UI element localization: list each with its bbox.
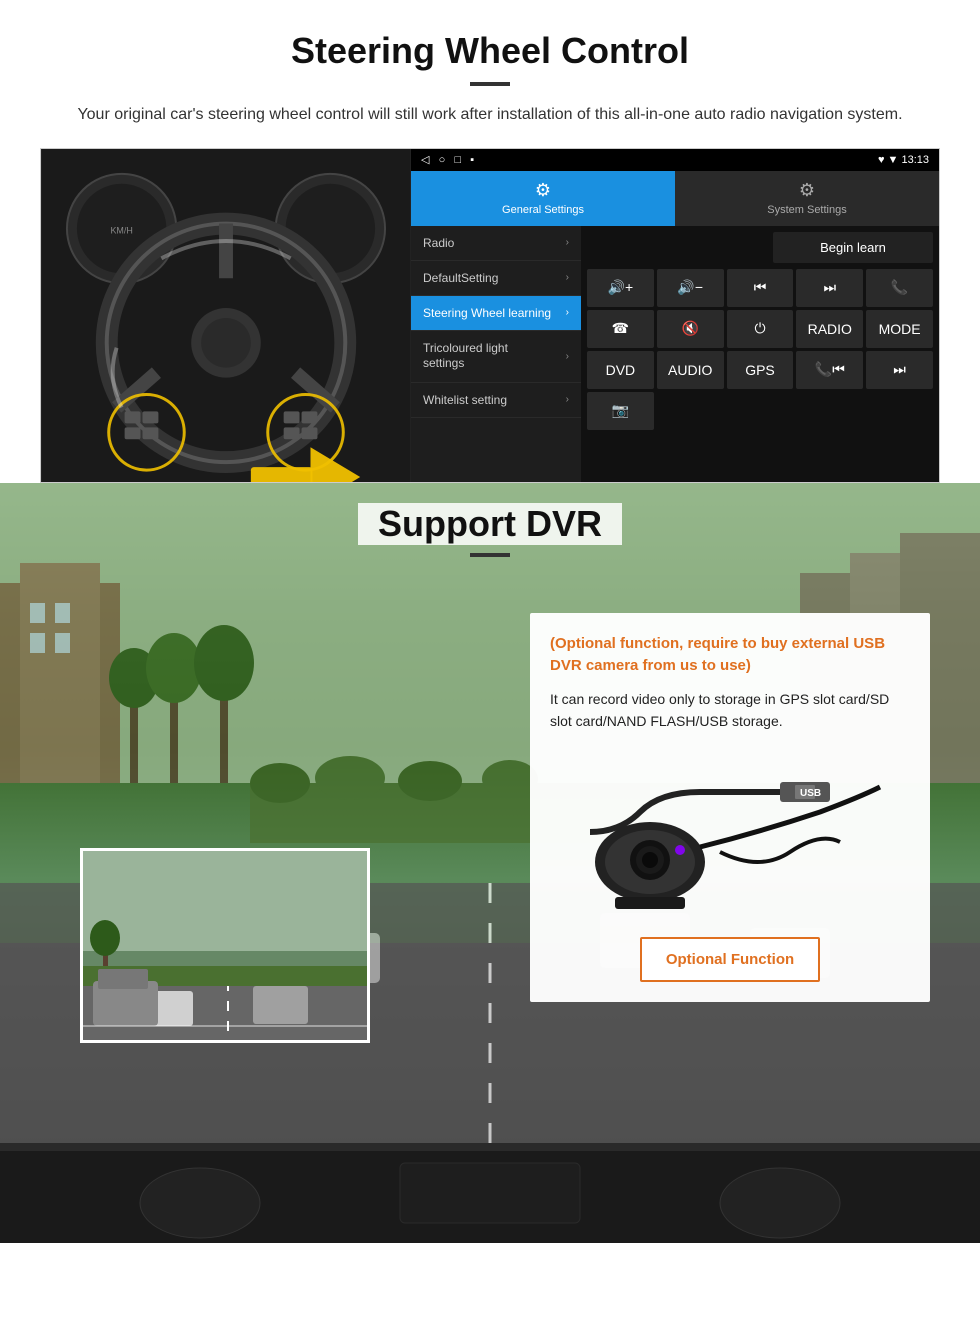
tab-general-label: General Settings — [502, 204, 584, 216]
next-button[interactable]: ⏭ — [796, 269, 863, 307]
dvr-section: FOR SALE Support DVR — [0, 483, 980, 1243]
prev-button[interactable]: ⏮ — [727, 269, 794, 307]
dashboard-bar — [0, 1143, 980, 1243]
mode-button[interactable]: MODE — [866, 310, 933, 348]
camera-btn[interactable]: 📷 — [587, 392, 654, 430]
svg-text:KM/H: KM/H — [110, 225, 132, 235]
dvr-camera-image: USB — [550, 747, 910, 927]
dvd-button[interactable]: DVD — [587, 351, 654, 389]
nav-icons: ◁ ○ □ ▪ — [421, 153, 474, 166]
dvr-optional-text: (Optional function, require to buy exter… — [550, 633, 910, 678]
menu-item-default[interactable]: DefaultSetting › — [411, 261, 581, 296]
steering-wheel-section: Steering Wheel Control Your original car… — [0, 0, 980, 483]
chevron-right-icon: › — [566, 237, 569, 248]
svg-text:USB: USB — [800, 788, 821, 799]
vol-down-button[interactable]: 🔊− — [657, 269, 724, 307]
gear-icon: ⚙ — [535, 180, 551, 201]
gps-button[interactable]: GPS — [727, 351, 794, 389]
menu-radio-label: Radio — [423, 236, 454, 250]
dvr-title-container: Support DVR — [0, 483, 980, 557]
mute-button[interactable]: 🔇 — [657, 310, 724, 348]
power-button[interactable]: ⏻ — [727, 310, 794, 348]
status-time: ♥ ▼ 13:13 — [878, 154, 929, 166]
audio-button[interactable]: AUDIO — [657, 351, 724, 389]
menu-default-label: DefaultSetting — [423, 271, 498, 285]
phone-button[interactable]: 📞 — [866, 269, 933, 307]
menu-item-radio[interactable]: Radio › — [411, 226, 581, 261]
hangup-button[interactable]: ☎ — [587, 310, 654, 348]
steering-wheel-photo: KM/H — [41, 149, 411, 482]
control-panel: Begin learn 🔊+ 🔊− ⏮ ⏭ 📞 ☎ 🔇 ⏻ RADIO MODE… — [581, 226, 939, 482]
dvr-title: Support DVR — [358, 503, 622, 545]
settings-menu: Radio › DefaultSetting › Steering Wheel … — [411, 226, 581, 482]
next2-button[interactable]: ⏭ — [866, 351, 933, 389]
title-divider — [470, 82, 510, 86]
dvr-camera-thumbnail — [80, 848, 370, 1043]
menu-item-whitelist[interactable]: Whitelist setting › — [411, 383, 581, 418]
chevron-right-icon: › — [566, 350, 569, 363]
menu-item-steering[interactable]: Steering Wheel learning › — [411, 296, 581, 331]
phone-prev-button[interactable]: 📞⏮ — [796, 351, 863, 389]
begin-learn-button[interactable]: Begin learn — [773, 232, 933, 263]
control-buttons-grid: 🔊+ 🔊− ⏮ ⏭ 📞 ☎ 🔇 ⏻ RADIO MODE DVD AUDIO G… — [587, 269, 933, 430]
menu-tricoloured-label: Tricoloured lightsettings — [423, 341, 508, 372]
menu-item-tricoloured[interactable]: Tricoloured lightsettings › — [411, 331, 581, 383]
menu-whitelist-label: Whitelist setting — [423, 393, 507, 407]
dvr-info-box: (Optional function, require to buy exter… — [530, 613, 930, 1003]
dvr-background: FOR SALE Support DVR — [0, 483, 980, 1143]
tab-system-settings[interactable]: ⚙ System Settings — [675, 171, 939, 226]
tab-system-label: System Settings — [767, 204, 846, 216]
system-icon: ⚙ — [799, 180, 815, 201]
page-subtitle: Your original car's steering wheel contr… — [40, 102, 940, 128]
begin-learn-row: Begin learn — [587, 232, 933, 263]
optional-function-button[interactable]: Optional Function — [640, 937, 820, 982]
content-area: Radio › DefaultSetting › Steering Wheel … — [411, 226, 939, 482]
chevron-right-icon: › — [566, 307, 569, 318]
screenshot-container: KM/H — [40, 148, 940, 483]
android-settings-panel: ◁ ○ □ ▪ ♥ ▼ 13:13 ⚙ General Settings ⚙ S… — [411, 149, 939, 482]
chevron-right-icon: › — [566, 272, 569, 283]
tab-general-settings[interactable]: ⚙ General Settings — [411, 171, 675, 226]
status-bar: ◁ ○ □ ▪ ♥ ▼ 13:13 — [411, 149, 939, 171]
dvr-divider — [470, 553, 510, 557]
dvr-desc-text: It can record video only to storage in G… — [550, 688, 910, 733]
settings-tabs: ⚙ General Settings ⚙ System Settings — [411, 171, 939, 226]
page-title: Steering Wheel Control — [40, 30, 940, 72]
chevron-right-icon: › — [566, 394, 569, 405]
menu-steering-label: Steering Wheel learning — [423, 306, 551, 320]
radio-button[interactable]: RADIO — [796, 310, 863, 348]
vol-up-button[interactable]: 🔊+ — [587, 269, 654, 307]
